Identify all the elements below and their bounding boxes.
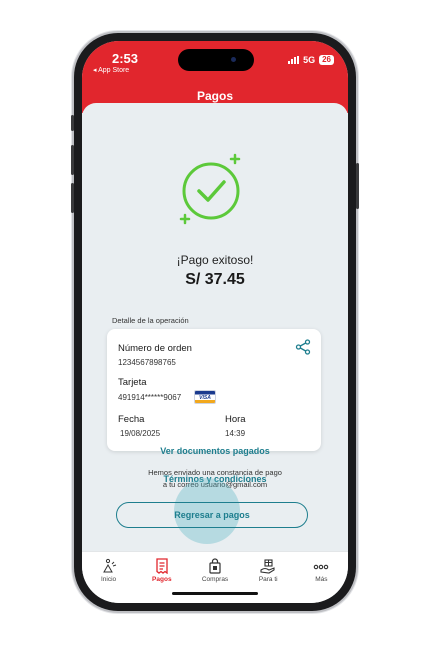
visa-card-icon: VISA [194,390,216,404]
tab-para-ti[interactable]: Para ti [242,552,295,603]
tab-compras[interactable]: Compras [188,552,241,603]
paid-documents-link[interactable]: Ver documentos pagados [82,446,348,456]
back-to-app-store-link[interactable]: ◂ App Store [93,66,129,74]
home-icon [102,558,116,573]
phone-frame: 2:53 ◂ App Store 5G 26 Pagos ¡Pago exito… [71,33,359,611]
share-icon[interactable] [295,339,311,355]
date-label: Fecha [118,414,145,425]
status-indicators: 5G 26 [288,55,334,65]
detail-section-title: Detalle de la operación [112,316,189,325]
page-title: Pagos [196,89,233,103]
tab-bar: Inicio Pagos Compras Para ti Más [82,551,348,603]
tab-inicio[interactable]: Inicio [82,552,135,603]
payment-amount: S/ 37.45 [185,271,245,288]
status-time: 2:53 [112,51,139,66]
order-number-label: Número de orden [118,343,192,354]
more-icon [314,564,329,570]
receipt-icon [156,558,168,574]
operation-detail-card: Número de orden 1234567898765 Tarjeta 49… [107,329,321,451]
order-number-value: 1234567898765 [118,358,176,367]
time-value: 14:39 [225,429,246,438]
battery-icon: 26 [319,55,334,65]
network-type: 5G [303,55,316,65]
screen: 2:53 ◂ App Store 5G 26 Pagos ¡Pago exito… [82,41,348,603]
tab-pagos[interactable]: Pagos [135,552,188,603]
tab-label-mas: Más [315,576,328,583]
signal-icon [288,56,300,64]
power-button [356,163,359,209]
dynamic-island [178,49,254,71]
tab-label-compras: Compras [201,576,229,583]
tab-label-pagos: Pagos [152,576,172,583]
tab-label-para-ti: Para ti [258,576,278,583]
date-value: 19/08/2025 [120,429,161,438]
shopping-bag-icon [209,558,221,574]
status-bar: 2:53 ◂ App Store 5G 26 [82,41,348,77]
tab-mas[interactable]: Más [295,552,348,603]
volume-up-button [71,145,74,175]
volume-down-button [71,183,74,213]
success-message: ¡Pago exitoso! [176,253,254,267]
camera-icon [231,57,236,62]
return-to-payments-button[interactable]: Regresar a pagos [116,502,308,528]
home-indicator[interactable] [172,592,258,595]
tab-label-inicio: Inicio [101,576,117,583]
mute-switch [71,115,74,131]
time-label: Hora [225,414,246,425]
card-number-value: 491914******9067 [118,393,182,402]
success-check-icon [178,153,248,233]
email-notice-line-1: Hemos enviado una constancia de pago [148,468,282,477]
card-label: Tarjeta [118,377,147,388]
gift-hand-icon [260,559,275,574]
